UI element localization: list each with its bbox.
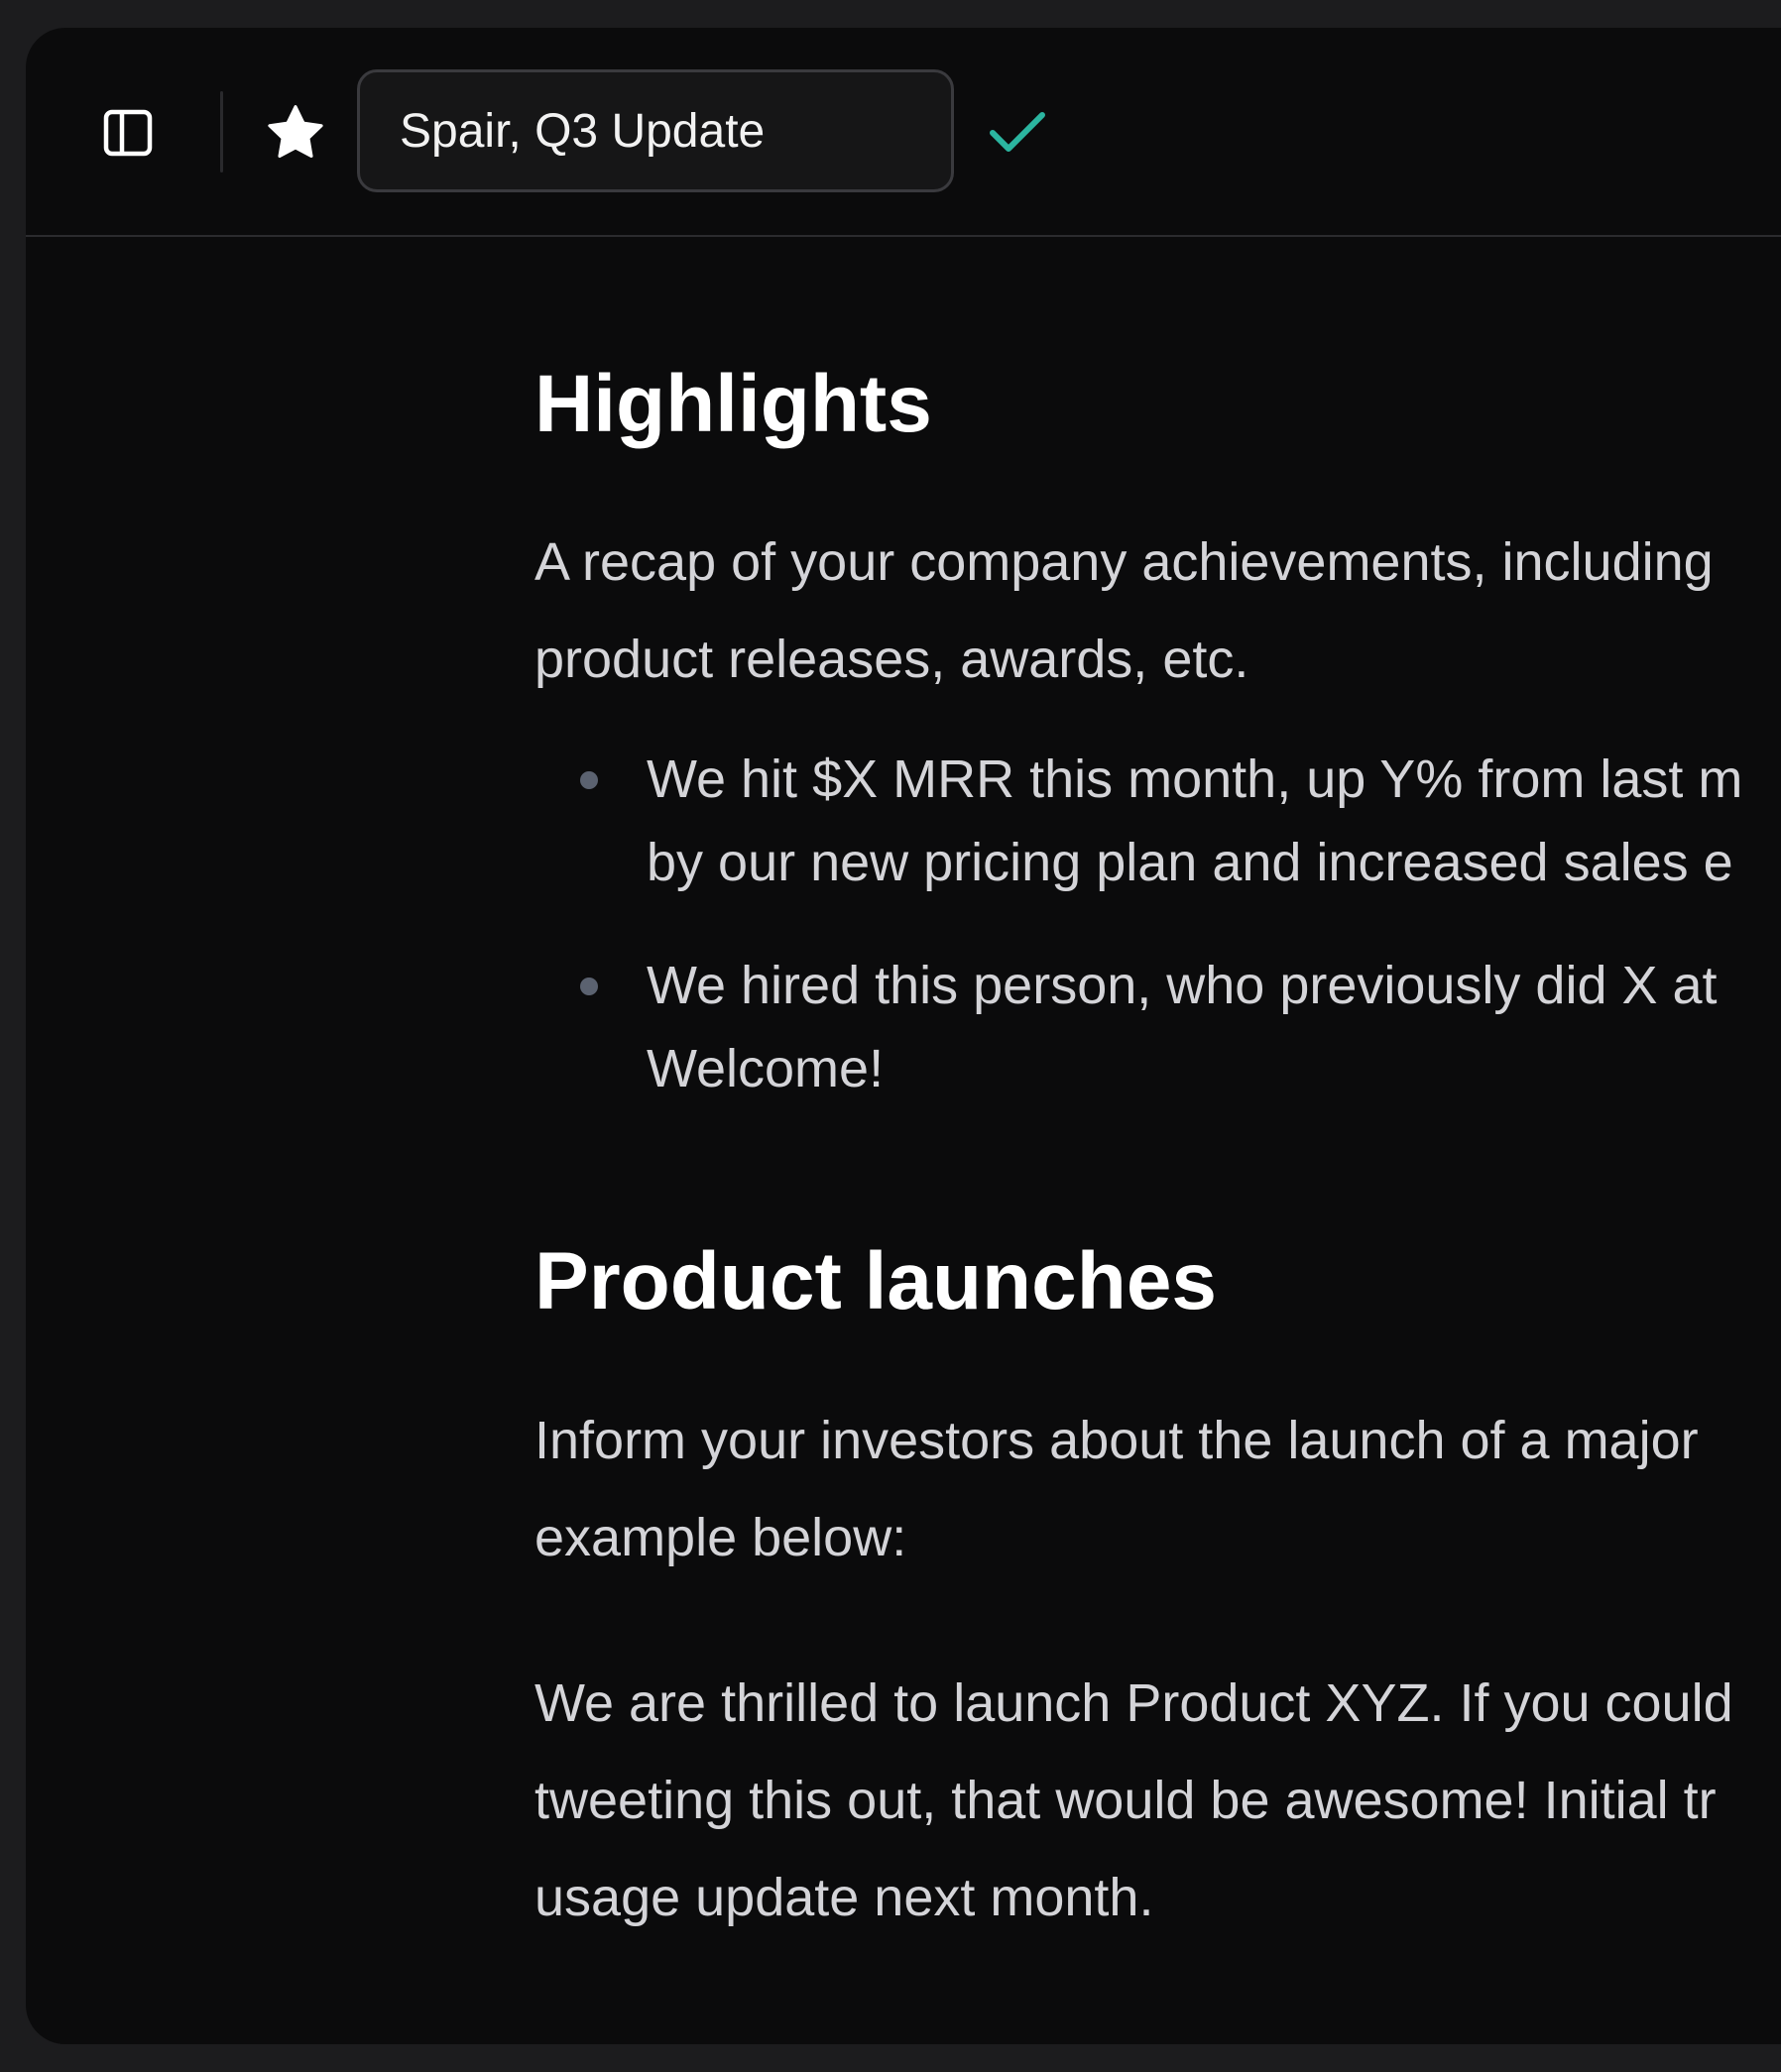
list-item: We hired this person, who previously did… <box>534 944 1781 1110</box>
product-launches-body-line-2: tweeting this out, that would be awesome… <box>534 1771 1717 1830</box>
highlights-intro-line-1: A recap of your company achievements, in… <box>534 532 1714 592</box>
bullet-line: We hired this person, who previously did… <box>647 956 1718 1015</box>
sidebar-toggle-button[interactable] <box>102 107 154 159</box>
bullet-dot <box>580 771 598 789</box>
bullet-line: Welcome! <box>647 1039 885 1098</box>
bullet-line: We hit $X MRR this month, up Y% from las… <box>647 749 1743 809</box>
highlights-intro-line-2: product releases, awards, etc. <box>534 630 1249 689</box>
toolbar <box>26 28 1781 237</box>
product-launches-heading: Product launches <box>534 1236 1218 1326</box>
document-body: Highlights A recap of your company achie… <box>534 237 1781 1946</box>
document-title-input[interactable] <box>357 69 954 192</box>
sidebar-panel-icon <box>103 109 153 157</box>
toolbar-divider <box>220 91 223 173</box>
product-launches-intro-line-1: Inform your investors about the launch o… <box>534 1411 1699 1470</box>
bullet-line: by our new pricing plan and increased sa… <box>647 833 1733 892</box>
editor-window: Highlights A recap of your company achie… <box>26 28 1781 2044</box>
bullet-dot <box>580 978 598 995</box>
highlights-bullet-list: We hit $X MRR this month, up Y% from las… <box>534 738 1781 1110</box>
star-icon <box>268 105 323 159</box>
product-launches-body-line-3: usage update next month. <box>534 1868 1154 1927</box>
confirm-title-button[interactable] <box>986 105 1049 161</box>
list-item: We hit $X MRR this month, up Y% from las… <box>534 738 1781 904</box>
product-launches-intro-line-2: example below: <box>534 1508 907 1567</box>
highlights-heading: Highlights <box>534 359 932 449</box>
favorite-button[interactable] <box>264 101 327 165</box>
product-launches-body-line-1: We are thrilled to launch Product XYZ. I… <box>534 1673 1733 1733</box>
checkmark-icon <box>990 112 1045 152</box>
